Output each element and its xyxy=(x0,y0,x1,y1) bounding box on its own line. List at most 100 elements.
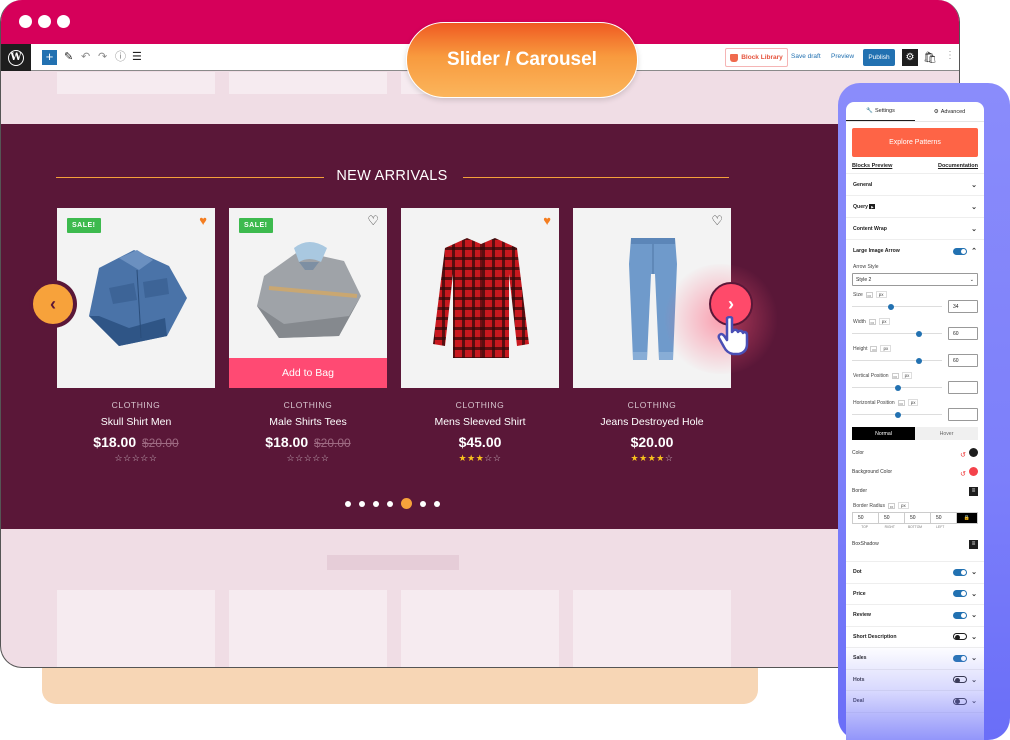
section-dot[interactable]: Dot ⌄ xyxy=(846,562,984,584)
unit-select[interactable]: px xyxy=(901,372,913,379)
save-draft-button[interactable]: Save draft xyxy=(791,53,821,60)
reset-icon[interactable]: ↺ xyxy=(960,452,966,459)
size-slider[interactable]: 34 xyxy=(846,300,984,313)
vertical-position-input[interactable] xyxy=(948,381,978,394)
unit-select[interactable]: px xyxy=(897,502,909,509)
blocks-preview-link[interactable]: Blocks Preview xyxy=(852,163,892,169)
section-toggle[interactable] xyxy=(953,590,968,598)
tab-settings[interactable]: 🔧 Settings xyxy=(846,102,915,121)
basket-icon[interactable]: 🛍 xyxy=(923,51,937,64)
section-toggle[interactable] xyxy=(953,611,968,619)
carousel-prev-button[interactable]: ‹ xyxy=(31,282,75,326)
pagination-dot[interactable] xyxy=(400,498,412,509)
border-settings-icon[interactable]: ≡ xyxy=(969,486,978,496)
pencil-icon[interactable]: ✎ xyxy=(64,50,73,64)
block-library-button[interactable]: Block Library xyxy=(725,48,788,67)
section-toggle[interactable] xyxy=(953,633,968,641)
section-sales[interactable]: Sales ⌄ xyxy=(846,648,984,670)
section-deal[interactable]: Deal ⌄ xyxy=(846,691,984,713)
radius-bottom-input[interactable]: 50 xyxy=(905,513,931,523)
section-general[interactable]: General ⌄ xyxy=(846,174,984,196)
wishlist-heart-icon[interactable]: ♥ xyxy=(543,214,551,228)
horizontal-position-slider[interactable] xyxy=(846,408,984,421)
product-card[interactable]: ♥ xyxy=(401,208,559,388)
radius-top-input[interactable]: 50 xyxy=(853,513,879,523)
size-input[interactable]: 34 xyxy=(948,300,978,313)
redo-icon[interactable]: ↷ xyxy=(98,50,107,64)
pagination-dot[interactable] xyxy=(372,500,379,507)
publish-button[interactable]: Publish xyxy=(863,49,895,66)
section-toggle[interactable] xyxy=(953,676,968,684)
documentation-link[interactable]: Documentation xyxy=(938,163,978,169)
unit-select[interactable]: px xyxy=(878,318,890,325)
product-name[interactable]: Skull Shirt Men xyxy=(57,416,215,428)
color-swatch[interactable] xyxy=(969,447,978,457)
settings-gear-icon[interactable]: ⚙ xyxy=(902,49,918,66)
unit-select[interactable]: px xyxy=(907,399,919,406)
horizontal-position-input[interactable] xyxy=(948,408,978,421)
window-dot-maximize[interactable] xyxy=(57,15,70,28)
section-content-wrap[interactable]: Content Wrap ⌄ xyxy=(846,218,984,240)
arrow-style-select[interactable]: Style 2 ⌄ xyxy=(852,273,978,286)
desktop-icon[interactable]: ▭ xyxy=(897,399,905,406)
section-price[interactable]: Price ⌄ xyxy=(846,584,984,605)
unit-select[interactable]: px xyxy=(880,345,892,352)
window-dot-close[interactable] xyxy=(19,15,32,28)
background-color-swatch[interactable] xyxy=(969,466,978,476)
pagination-dot[interactable] xyxy=(344,500,351,507)
chevron-down-icon: ⌄ xyxy=(971,225,977,233)
undo-icon[interactable]: ↶ xyxy=(81,50,90,64)
width-slider[interactable]: 60 xyxy=(846,327,984,340)
pagination-dot[interactable] xyxy=(433,500,440,507)
product-card[interactable]: SALE! ♡ Add to Bag xyxy=(229,208,387,388)
section-hots[interactable]: Hots ⌄ xyxy=(846,670,984,691)
wishlist-heart-icon[interactable]: ♡ xyxy=(711,214,723,228)
vertical-position-slider[interactable] xyxy=(846,381,984,394)
state-hover-tab[interactable]: Hover xyxy=(915,427,978,440)
state-normal-tab[interactable]: Normal xyxy=(852,427,915,440)
add-to-bag-button[interactable]: Add to Bag xyxy=(229,358,387,388)
info-icon[interactable]: ⓘ xyxy=(115,50,126,64)
height-slider[interactable]: 60 xyxy=(846,354,984,367)
reset-icon[interactable]: ↺ xyxy=(960,471,966,478)
large-image-arrow-toggle[interactable] xyxy=(953,247,968,255)
pagination-dot[interactable] xyxy=(419,500,426,507)
pagination-dot[interactable] xyxy=(358,500,365,507)
window-dot-minimize[interactable] xyxy=(38,15,51,28)
add-block-button[interactable]: + xyxy=(42,50,57,65)
unit-select[interactable]: px xyxy=(875,291,887,298)
desktop-icon[interactable]: ▭ xyxy=(870,345,878,352)
section-review[interactable]: Review ⌄ xyxy=(846,605,984,627)
wordpress-logo-icon[interactable]: W xyxy=(1,44,31,71)
star-filled-icon: ★ xyxy=(647,453,657,463)
more-options-icon[interactable]: ⋮ xyxy=(945,50,955,61)
radius-left-input[interactable]: 50 xyxy=(931,513,957,523)
section-query[interactable]: Query ▶ ⌄ xyxy=(846,196,984,218)
desktop-icon[interactable]: ▭ xyxy=(887,502,895,509)
radius-right-input[interactable]: 50 xyxy=(879,513,905,523)
width-input[interactable]: 60 xyxy=(948,327,978,340)
product-card[interactable]: SALE! ♥ xyxy=(57,208,215,388)
product-name[interactable]: Male Shirts Tees xyxy=(229,416,387,428)
section-toggle[interactable] xyxy=(953,697,968,705)
product-name[interactable]: Mens Sleeved Shirt xyxy=(401,416,559,428)
section-short-description[interactable]: Short Description ⌄ xyxy=(846,627,984,648)
section-toggle[interactable] xyxy=(953,568,968,576)
height-input[interactable]: 60 xyxy=(948,354,978,367)
lock-icon[interactable]: 🔒 xyxy=(957,513,977,523)
desktop-icon[interactable]: ▭ xyxy=(891,372,899,379)
pagination-dot[interactable] xyxy=(386,500,393,507)
preview-button[interactable]: Preview xyxy=(831,53,854,60)
list-view-icon[interactable]: ☰ xyxy=(132,50,142,64)
product-name[interactable]: Jeans Destroyed Hole xyxy=(573,416,731,428)
tab-advanced[interactable]: ⚙ Advanced xyxy=(915,102,984,121)
section-toggle[interactable] xyxy=(953,654,968,662)
desktop-icon[interactable]: ▭ xyxy=(865,291,873,298)
wishlist-heart-icon[interactable]: ♡ xyxy=(367,214,379,228)
border-row: Border ≡ xyxy=(846,485,984,497)
explore-patterns-button[interactable]: Explore Patterns xyxy=(852,128,978,157)
section-large-image-arrow[interactable]: Large Image Arrow ⌃ xyxy=(846,240,984,262)
desktop-icon[interactable]: ▭ xyxy=(868,318,876,325)
wishlist-heart-icon[interactable]: ♥ xyxy=(199,214,207,228)
boxshadow-settings-icon[interactable]: ≡ xyxy=(969,539,978,549)
